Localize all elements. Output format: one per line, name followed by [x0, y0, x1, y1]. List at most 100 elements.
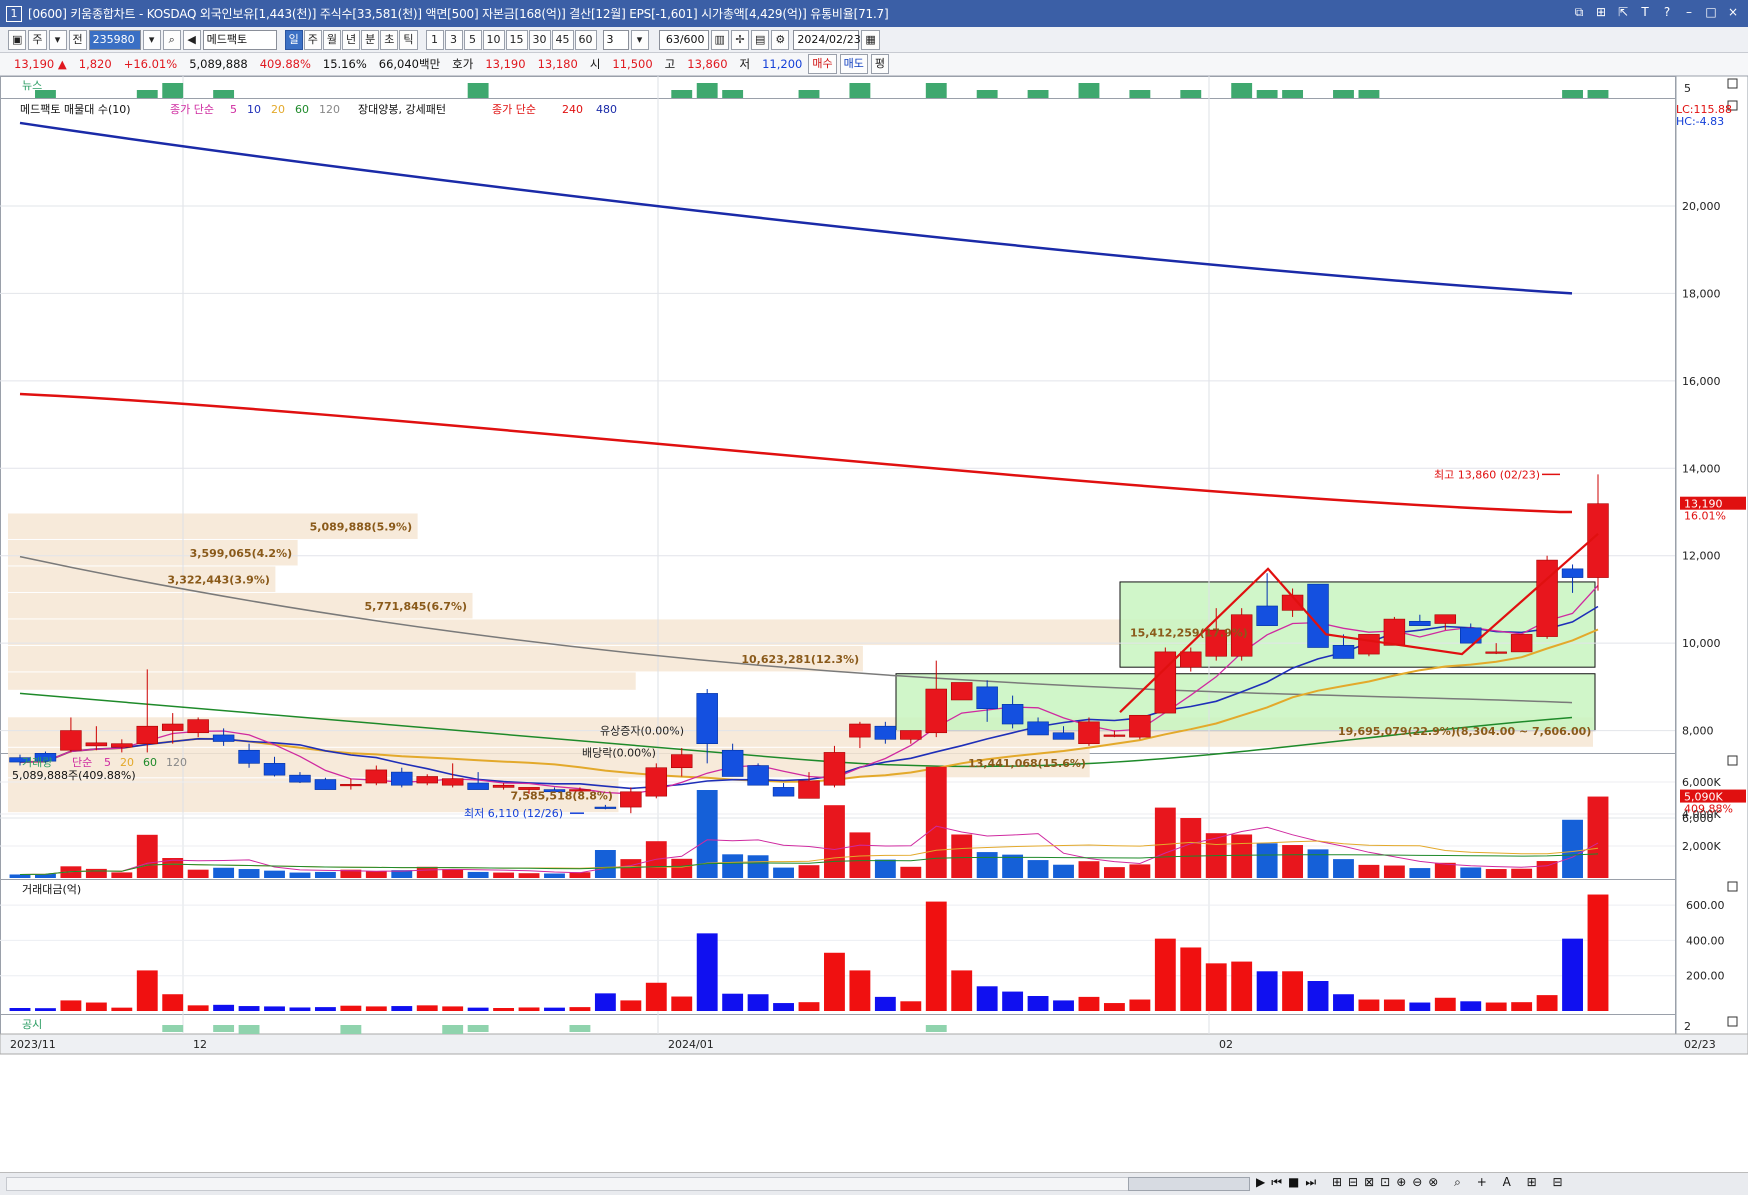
news-marker[interactable] — [925, 83, 947, 98]
dropdown-icon[interactable]: ▾ — [48, 29, 67, 50]
volume-bar[interactable] — [1485, 869, 1507, 878]
stock-code-input[interactable]: 235980 — [88, 29, 141, 50]
news-marker[interactable] — [1333, 90, 1354, 98]
period-button-4[interactable]: 분 — [361, 29, 380, 50]
candle[interactable] — [950, 682, 973, 701]
volume-bar[interactable] — [824, 805, 845, 878]
amount-bar[interactable] — [594, 993, 616, 1011]
news-marker[interactable] — [696, 83, 718, 98]
news-marker[interactable] — [213, 90, 235, 98]
news-marker[interactable] — [1562, 90, 1583, 98]
news-marker[interactable] — [1027, 90, 1049, 98]
volume-bar[interactable] — [773, 867, 794, 878]
news-marker[interactable] — [1180, 90, 1202, 98]
avg-button[interactable]: 평 — [870, 54, 889, 74]
scroll-nav-icons[interactable]: ▶⏮■⏭ ⊞⊟⊠⊡⊕⊖⊗ ⌕ + A ⊞ ⊟ — [1256, 1175, 1569, 1190]
news-marker[interactable] — [1587, 90, 1609, 98]
settings-icon[interactable]: ⚙ — [771, 29, 790, 50]
period-button-1[interactable]: 주 — [303, 29, 322, 50]
amount-bar[interactable] — [1027, 996, 1049, 1011]
candle[interactable] — [772, 787, 795, 797]
amount-bar[interactable] — [1511, 1002, 1533, 1011]
candle[interactable] — [238, 749, 260, 764]
period-jong-select[interactable]: 주 — [28, 29, 47, 50]
candle[interactable] — [645, 767, 668, 797]
panel-close-icon[interactable] — [1727, 78, 1738, 89]
amount-bar[interactable] — [1536, 995, 1558, 1011]
amount-bar[interactable] — [467, 1007, 489, 1011]
volume-bar[interactable] — [594, 850, 616, 878]
amount-bar[interactable] — [1409, 1002, 1431, 1011]
amount-bar[interactable] — [544, 1007, 565, 1011]
tile-icon[interactable]: ⊞ — [1594, 4, 1608, 20]
period-button-5[interactable]: 초 — [380, 29, 399, 50]
candle[interactable] — [85, 742, 108, 747]
candle[interactable] — [823, 752, 846, 786]
candle[interactable] — [1129, 714, 1151, 738]
calendar-icon[interactable]: ▦ — [861, 29, 880, 50]
candle[interactable] — [161, 723, 184, 731]
candle[interactable] — [620, 791, 642, 808]
amount-bar[interactable] — [824, 952, 845, 1011]
volume-bar[interactable] — [518, 873, 540, 878]
candle[interactable] — [365, 769, 388, 784]
volume-bar[interactable] — [1154, 807, 1176, 878]
candle[interactable] — [594, 806, 617, 809]
volume-bar[interactable] — [1231, 834, 1253, 878]
count-field[interactable]: 63/600 — [658, 29, 709, 50]
candle[interactable] — [212, 734, 235, 742]
amount-bar[interactable] — [747, 994, 769, 1011]
volume-bar[interactable] — [264, 870, 285, 878]
candle[interactable] — [1485, 651, 1507, 654]
volume-bar[interactable] — [365, 871, 387, 878]
volume-bar[interactable] — [874, 859, 896, 878]
amount-bar[interactable] — [111, 1007, 133, 1011]
candle[interactable] — [60, 730, 82, 751]
close-icon[interactable]: × — [1726, 4, 1740, 20]
volume-bar[interactable] — [187, 869, 209, 878]
minute-button-45[interactable]: 45 — [551, 29, 574, 50]
amount-bar[interactable] — [1129, 999, 1151, 1011]
news-marker[interactable] — [1129, 90, 1151, 98]
amount-bar[interactable] — [340, 1005, 362, 1011]
amount-bar[interactable] — [1358, 999, 1380, 1011]
amount-bar[interactable] — [162, 994, 184, 1011]
news-marker[interactable] — [1231, 83, 1253, 98]
date-input[interactable]: 2024/02/23 — [793, 29, 861, 50]
amount-bar[interactable] — [1231, 961, 1253, 1011]
amount-bar[interactable] — [238, 1006, 260, 1011]
candle[interactable] — [1409, 620, 1431, 626]
scroll-track[interactable] — [6, 1177, 1246, 1191]
disclosure-marker[interactable] — [340, 1025, 362, 1034]
candle[interactable] — [492, 784, 515, 788]
amount-bar[interactable] — [696, 933, 718, 1011]
candle[interactable] — [1103, 734, 1126, 737]
candle[interactable] — [187, 719, 209, 734]
amount-bar[interactable] — [518, 1007, 540, 1011]
buy-button[interactable]: 매수 — [808, 54, 837, 74]
volume-bar[interactable] — [85, 868, 107, 878]
news-marker[interactable] — [1358, 90, 1380, 98]
amount-bar[interactable] — [1333, 994, 1354, 1011]
chart-menu-icon[interactable]: ▣ — [8, 29, 27, 50]
volume-bar[interactable] — [1409, 868, 1431, 878]
volume-bar[interactable] — [1358, 864, 1380, 878]
amount-bar[interactable] — [187, 1005, 209, 1011]
amount-bar[interactable] — [798, 1002, 820, 1011]
stock-name-field[interactable]: 메드팩토 — [202, 29, 277, 50]
candle[interactable] — [1027, 721, 1049, 736]
candle[interactable] — [1001, 704, 1024, 725]
candle[interactable] — [900, 730, 922, 740]
candle[interactable] — [314, 779, 337, 790]
volume-bar[interactable] — [493, 872, 515, 878]
sell-button[interactable]: 매도 — [839, 54, 868, 74]
news-marker[interactable] — [136, 90, 158, 98]
news-marker[interactable] — [976, 90, 998, 98]
candle[interactable] — [1052, 732, 1075, 740]
disclosure-marker[interactable] — [925, 1025, 947, 1032]
amount-bar[interactable] — [1307, 981, 1329, 1011]
amount-bar[interactable] — [1282, 971, 1304, 1011]
disclosure-marker[interactable] — [162, 1025, 184, 1032]
volume-bar[interactable] — [442, 869, 464, 878]
amount-bar[interactable] — [136, 970, 158, 1011]
